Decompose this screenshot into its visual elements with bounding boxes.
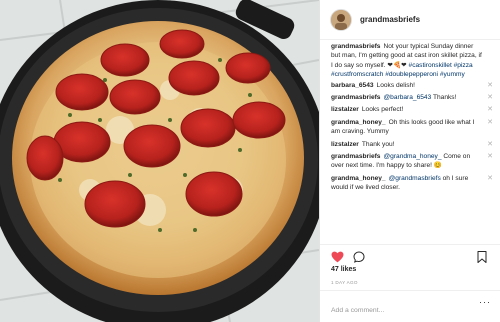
delete-comment-icon[interactable]: ✕ <box>487 141 493 148</box>
post-photo[interactable] <box>0 0 319 322</box>
add-comment-bar: ··· <box>320 290 500 322</box>
comment-username[interactable]: barbara_6543 <box>331 82 374 89</box>
comment-item: grandma_honey_ Oh this looks good like wh… <box>331 118 493 137</box>
post-actions-bar <box>320 244 500 266</box>
post-author-username[interactable]: grandmasbriefs <box>360 15 420 24</box>
comment-text: Thank you! <box>361 140 395 148</box>
delete-comment-icon[interactable]: ✕ <box>487 94 493 101</box>
comment-username[interactable]: grandmasbriefs <box>331 153 380 160</box>
comment-username[interactable]: lizstalzer <box>331 141 359 148</box>
comments-list: grandmasbriefs Not your typical Sunday di… <box>320 42 500 238</box>
comment-item: lizstalzer Looks perfect! ✕ <box>331 105 493 114</box>
post-timestamp: 1 DAY AGO <box>331 280 358 285</box>
comment-username[interactable]: grandma_honey_ <box>331 175 386 182</box>
comment-item: lizstalzer Thank you! ✕ <box>331 140 493 149</box>
post-side-panel: grandmasbriefs grandmasbriefs Not your ty… <box>319 0 500 322</box>
pizza-skillet-image <box>0 0 319 322</box>
comment-mention[interactable]: @grandma_honey_ <box>383 153 441 160</box>
bookmark-icon[interactable] <box>477 250 487 268</box>
comment-item: grandmasbriefs @barbara_6543 Thanks! ✕ <box>331 93 493 102</box>
comment-text: Looks perfect! <box>361 106 404 114</box>
likes-count[interactable]: 47 likes <box>331 266 356 273</box>
comment-text: Looks delish! <box>376 81 416 89</box>
avatar[interactable] <box>330 8 352 31</box>
delete-comment-icon[interactable]: ✕ <box>487 106 493 113</box>
post-header: grandmasbriefs <box>320 0 500 40</box>
comment-item: grandmasbriefs @grandma_honey_ Come on ov… <box>331 152 493 171</box>
caption-username[interactable]: grandmasbriefs <box>331 43 380 50</box>
delete-comment-icon[interactable]: ✕ <box>487 119 493 126</box>
delete-comment-icon[interactable]: ✕ <box>487 153 493 160</box>
comment-item: grandma_honey_ @grandmasbriefs oh I sure … <box>331 174 493 193</box>
comment-mention[interactable]: @barbara_6543 <box>383 94 431 101</box>
post-caption: grandmasbriefs Not your typical Sunday di… <box>331 42 493 80</box>
delete-comment-icon[interactable]: ✕ <box>487 175 493 182</box>
avatar-image <box>331 9 351 30</box>
add-comment-input[interactable] <box>331 307 461 314</box>
comment-username[interactable]: grandma_honey_ <box>331 119 386 126</box>
more-options-icon[interactable]: ··· <box>479 298 491 307</box>
comment-username[interactable]: grandmasbriefs <box>331 94 380 101</box>
comment-item: barbara_6543 Looks delish! ✕ <box>331 81 493 90</box>
comment-text: Thanks! <box>432 94 457 102</box>
instagram-post-modal: grandmasbriefs grandmasbriefs Not your ty… <box>0 0 500 322</box>
comment-username[interactable]: lizstalzer <box>331 106 359 113</box>
delete-comment-icon[interactable]: ✕ <box>487 82 493 89</box>
comment-mention[interactable]: @grandmasbriefs <box>389 175 441 182</box>
